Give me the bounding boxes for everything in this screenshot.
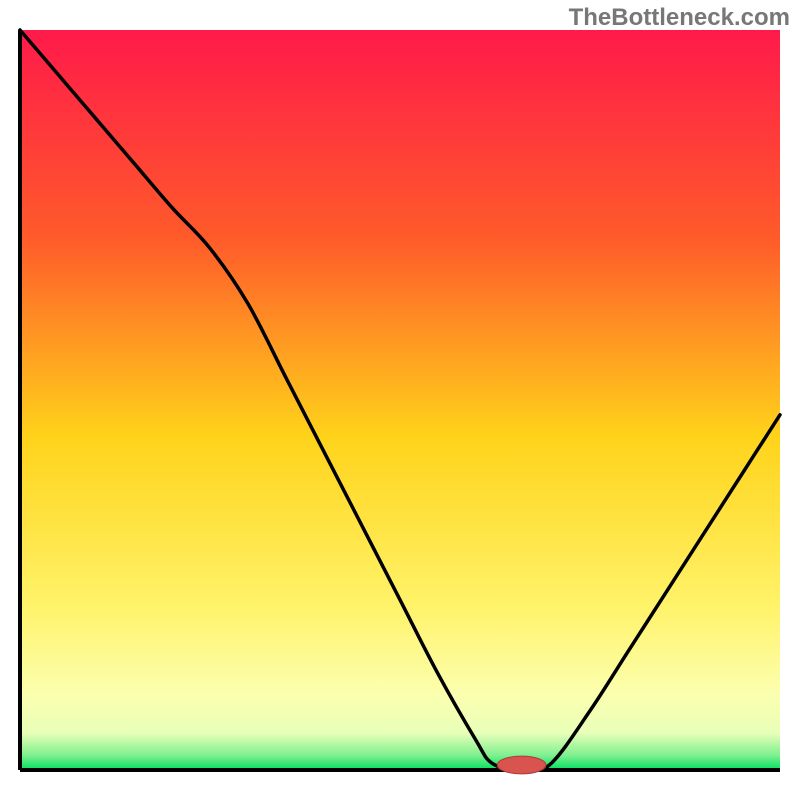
bottleneck-chart: TheBottleneck.com	[0, 0, 800, 800]
plot-svg	[0, 0, 800, 800]
watermark-text: TheBottleneck.com	[569, 4, 790, 32]
optimal-marker	[497, 756, 546, 774]
plot-background	[20, 30, 780, 770]
